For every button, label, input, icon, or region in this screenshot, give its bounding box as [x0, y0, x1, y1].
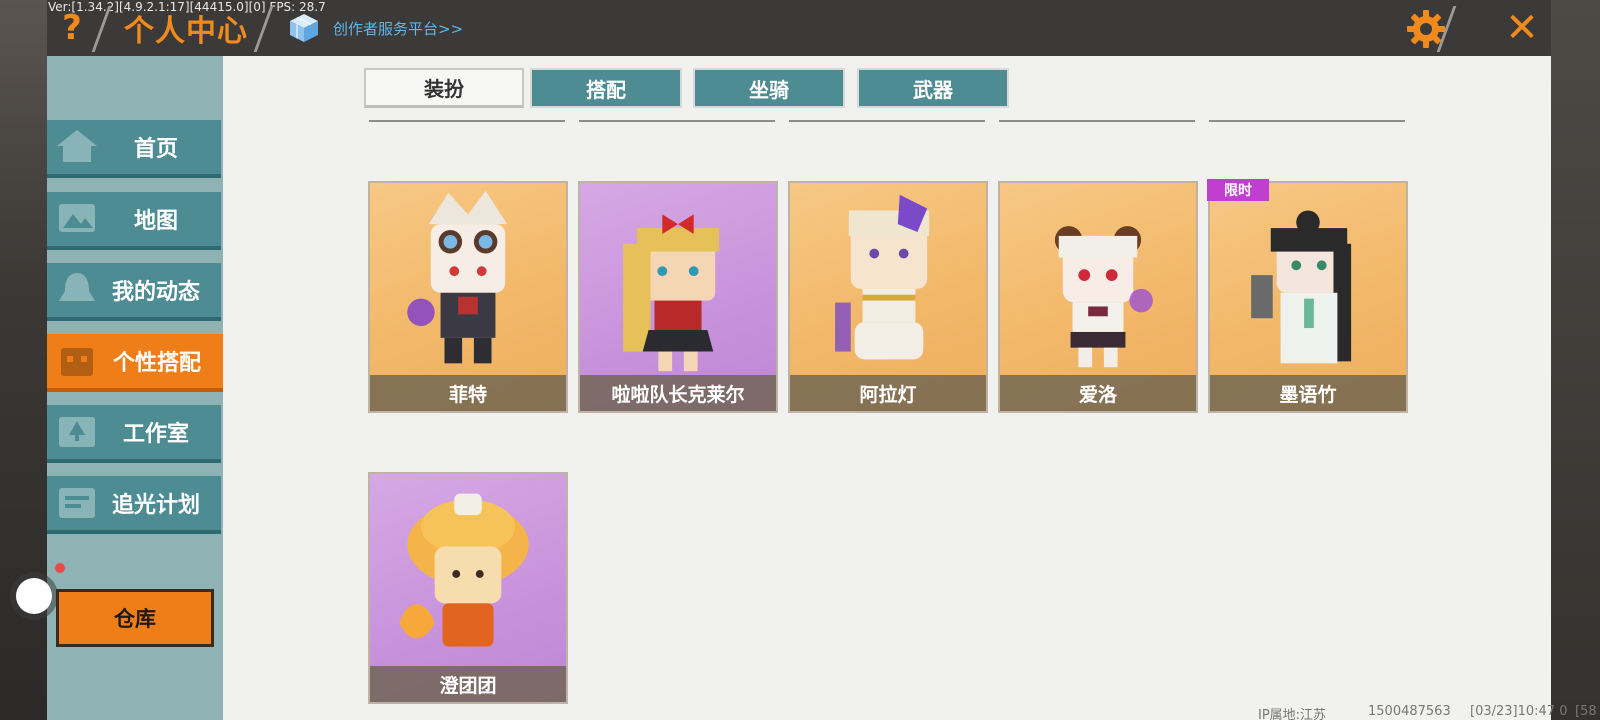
sidebar-item-studio[interactable]: 工作室 [47, 405, 221, 463]
skin-name: 阿拉灯 [790, 375, 986, 411]
divider-line [789, 120, 985, 122]
footer-trailing: [58 [1575, 704, 1597, 719]
notification-dot [55, 563, 65, 573]
sidebar-item-plan[interactable]: 追光计划 [47, 476, 221, 534]
skin-name: 菲特 [370, 375, 566, 411]
help-icon[interactable]: ? [58, 10, 86, 46]
skin-name: 澄团团 [370, 666, 566, 702]
ip-location: IP属地:江苏 [1258, 708, 1327, 720]
plan-icon [59, 488, 95, 518]
sidebar-item-outfit[interactable]: 个性搭配 [47, 334, 223, 392]
divider-line [369, 120, 565, 122]
skin-name: 啦啦队长克莱尔 [580, 375, 776, 411]
creator-platform-link[interactable]: 创作者服务平台>> [333, 18, 463, 39]
sidebar-item-label: 个性搭配 [112, 351, 201, 376]
gear-icon[interactable] [1405, 8, 1447, 50]
sidebar-item-map[interactable]: 地图 [47, 192, 221, 250]
skin-card[interactable]: 墨语竹 [1208, 181, 1408, 413]
bell-icon [59, 273, 95, 301]
skin-card[interactable]: 菲特 [368, 181, 568, 413]
skin-name: 墨语竹 [1210, 375, 1406, 411]
page-title: 个人中心 [124, 14, 248, 49]
skin-card[interactable]: 阿拉灯 [788, 181, 988, 413]
sidebar-item-home[interactable]: 首页 [47, 120, 221, 178]
user-id: 1500487563 [1368, 704, 1451, 719]
scene-edge [1551, 0, 1600, 720]
sidebar-item-label: 工作室 [122, 422, 189, 447]
tab-outfit[interactable]: 装扮 [364, 68, 524, 108]
tree-icon [59, 417, 95, 447]
sidebar-item-activity[interactable]: 我的动态 [47, 263, 221, 321]
skin-card[interactable]: 啦啦队长克莱尔 [578, 181, 778, 413]
character-figure [835, 194, 930, 360]
warehouse-button[interactable]: 仓库 [56, 589, 214, 647]
tab-combo[interactable]: 搭配 [530, 68, 682, 108]
floating-assistive-button[interactable] [16, 578, 52, 614]
sidebar-item-label: 我的动态 [111, 280, 200, 305]
skin-card[interactable]: 爱洛 [998, 181, 1198, 413]
sidebar-item-label: 追光计划 [111, 493, 200, 518]
character-figure [1251, 210, 1352, 364]
divider-line [1209, 120, 1405, 122]
skin-card[interactable]: 澄团团 [368, 472, 568, 704]
character-figure [1054, 226, 1153, 368]
map-icon [59, 204, 95, 232]
tab-weapon[interactable]: 武器 [857, 68, 1009, 108]
character-figure [623, 214, 720, 372]
divider-line [579, 120, 775, 122]
sidebar-item-label: 首页 [133, 137, 178, 162]
limited-time-badge: 限时 [1207, 179, 1269, 201]
tab-mount[interactable]: 坐骑 [693, 68, 845, 108]
divider-line [999, 120, 1195, 122]
timestamp: [03/23]10:47 0 [1470, 704, 1568, 719]
home-icon [57, 130, 97, 162]
outfit-icon [61, 348, 93, 376]
cube-icon[interactable] [288, 12, 320, 44]
skin-name: 爱洛 [1000, 375, 1196, 411]
close-icon[interactable]: ✕ [1500, 6, 1544, 50]
character-figure [407, 190, 508, 364]
character-figure [399, 493, 529, 647]
sidebar-item-label: 地图 [133, 209, 178, 234]
